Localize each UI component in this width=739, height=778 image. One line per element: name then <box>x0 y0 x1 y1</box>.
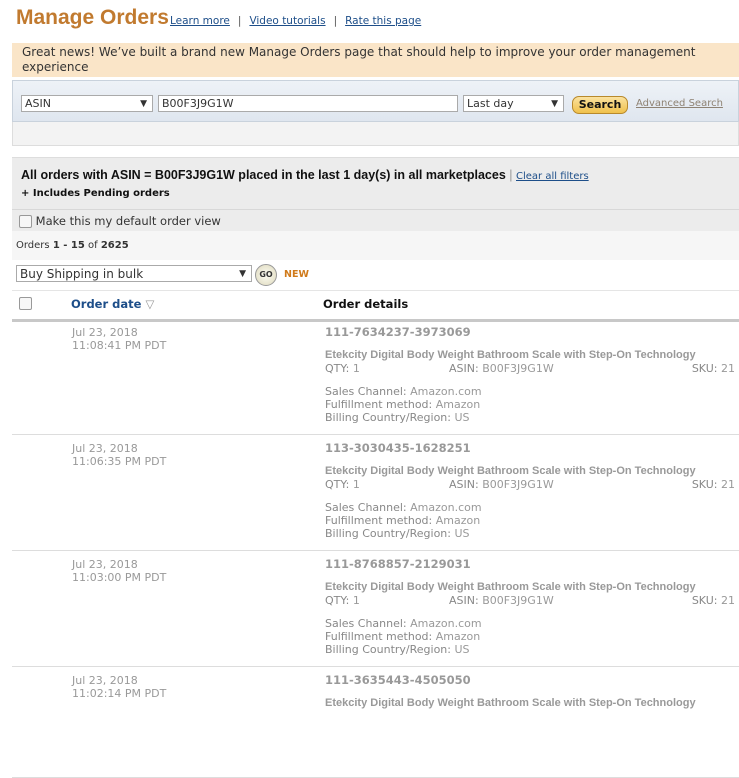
filter-heading: All orders with ASIN = B00F3J9G1W placed… <box>21 168 589 182</box>
billing-country: Billing Country/Region: US <box>325 527 470 540</box>
clear-filters-link[interactable]: Clear all filters <box>516 171 589 182</box>
pending-note: + Includes Pending orders <box>21 188 170 199</box>
order-id-link[interactable]: 113-3030435-1628251 <box>325 442 735 455</box>
order-id-link[interactable]: 111-8768857-2129031 <box>325 558 735 571</box>
video-tutorials-link[interactable]: Video tutorials <box>249 15 325 27</box>
count-total: 2625 <box>100 240 129 251</box>
order-date-time: 11:03:00 PM PDT <box>72 571 167 584</box>
bulk-action-value: Buy Shipping in bulk <box>20 267 144 281</box>
page-title: Manage Orders <box>16 6 169 29</box>
default-view-row: Make this my default order view <box>12 209 739 232</box>
billing-country: Billing Country/Region: US <box>325 643 470 656</box>
item-line: QTY: 1 ASIN: B00F3J9G1W SKU: 21 <box>325 362 735 375</box>
search-field-select[interactable]: ASIN ▼ <box>21 95 153 112</box>
date-range-select[interactable]: Last day ▼ <box>463 95 564 112</box>
fulfillment-method: Fulfillment method: Amazon <box>325 630 481 643</box>
advanced-search-link[interactable]: Advanced Search <box>636 98 723 109</box>
bulk-action-select[interactable]: Buy Shipping in bulk ▼ <box>16 265 252 282</box>
sales-channel: Sales Channel: Amazon.com <box>325 617 482 630</box>
product-title[interactable]: Etekcity Digital Body Weight Bathroom Sc… <box>325 349 735 362</box>
fulfillment-method: Fulfillment method: Amazon <box>325 514 481 527</box>
order-row: Jul 23, 2018 11:03:00 PM PDT 111-8768857-… <box>12 551 739 667</box>
search-button[interactable]: Search <box>572 96 628 114</box>
search-field-value: ASIN <box>25 97 51 110</box>
order-details-header: Order details <box>323 297 409 311</box>
order-date-day: Jul 23, 2018 <box>72 558 138 571</box>
order-date-sort[interactable]: Order date ▽ <box>71 297 154 311</box>
asin: ASIN: B00F3J9G1W <box>449 478 554 491</box>
order-date-time: 11:02:14 PM PDT <box>72 687 167 700</box>
order-count: Orders 1 - 15 of 2625 <box>16 240 129 251</box>
order-id-link[interactable]: 111-7634237-3973069 <box>325 326 735 339</box>
order-details: 111-8768857-2129031 Etekcity Digital Bod… <box>325 551 735 666</box>
dropdown-arrow-icon: ▼ <box>140 99 147 109</box>
order-date-day: Jul 23, 2018 <box>72 442 138 455</box>
filter-heading-text: All orders with ASIN = B00F3J9G1W placed… <box>21 168 506 182</box>
order-row: Jul 23, 2018 11:02:14 PM PDT 111-3635443-… <box>12 667 739 778</box>
order-details: 113-3030435-1628251 Etekcity Digital Bod… <box>325 435 735 550</box>
order-date: Jul 23, 2018 11:02:14 PM PDT <box>72 674 166 700</box>
order-row: Jul 23, 2018 11:06:35 PM PDT 113-3030435-… <box>12 435 739 551</box>
order-date-time: 11:08:41 PM PDT <box>72 339 167 352</box>
fulfillment-method: Fulfillment method: Amazon <box>325 398 481 411</box>
count-of: of <box>88 240 98 251</box>
announcement-banner: Great news! We’ve built a brand new Mana… <box>12 43 739 77</box>
qty: QTY: 1 <box>325 478 360 491</box>
order-details: 111-3635443-4505050 Etekcity Digital Bod… <box>325 667 735 720</box>
order-id-link[interactable]: 111-3635443-4505050 <box>325 674 735 687</box>
count-prefix: Orders <box>16 240 50 251</box>
date-range-value: Last day <box>467 97 514 110</box>
order-row: Jul 23, 2018 11:08:41 PM PDT 111-7634237-… <box>12 319 739 435</box>
go-button[interactable]: GO <box>255 264 277 286</box>
default-view-checkbox[interactable] <box>19 215 32 228</box>
dropdown-arrow-icon: ▼ <box>239 269 246 279</box>
order-date-time: 11:06:35 PM PDT <box>72 455 167 468</box>
asin: ASIN: B00F3J9G1W <box>449 594 554 607</box>
product-title[interactable]: Etekcity Digital Body Weight Bathroom Sc… <box>325 581 735 594</box>
count-range: 1 - 15 <box>52 240 85 251</box>
qty: QTY: 1 <box>325 362 360 375</box>
sku: SKU: 21 <box>691 594 735 607</box>
order-date-day: Jul 23, 2018 <box>72 674 138 687</box>
asin: ASIN: B00F3J9G1W <box>449 362 554 375</box>
item-line: QTY: 1 ASIN: B00F3J9G1W SKU: 21 <box>325 478 735 491</box>
sales-channel: Sales Channel: Amazon.com <box>325 385 482 398</box>
billing-country: Billing Country/Region: US <box>325 411 470 424</box>
learn-more-link[interactable]: Learn more <box>170 15 230 27</box>
new-badge: NEW <box>284 269 309 280</box>
orders-list: Jul 23, 2018 11:08:41 PM PDT 111-7634237-… <box>12 319 739 778</box>
sort-triangle-icon: ▽ <box>145 297 155 311</box>
sales-channel: Sales Channel: Amazon.com <box>325 501 482 514</box>
product-title[interactable]: Etekcity Digital Body Weight Bathroom Sc… <box>325 697 735 710</box>
search-input[interactable]: B00F3J9G1W <box>158 95 458 112</box>
top-links: Learn more | Video tutorials | Rate this pag… <box>170 15 422 27</box>
table-header: Order date ▽ Order details <box>12 290 739 322</box>
sku: SKU: 21 <box>691 478 735 491</box>
order-date: Jul 23, 2018 11:03:00 PM PDT <box>72 558 166 584</box>
rate-page-link[interactable]: Rate this page <box>345 15 421 27</box>
sku: SKU: 21 <box>691 362 735 375</box>
order-date-day: Jul 23, 2018 <box>72 326 138 339</box>
order-date: Jul 23, 2018 11:08:41 PM PDT <box>72 326 166 352</box>
search-panel-footer <box>12 122 739 146</box>
qty: QTY: 1 <box>325 594 360 607</box>
item-line: QTY: 1 ASIN: B00F3J9G1W SKU: 21 <box>325 594 735 607</box>
product-title[interactable]: Etekcity Digital Body Weight Bathroom Sc… <box>325 465 735 478</box>
order-date: Jul 23, 2018 11:06:35 PM PDT <box>72 442 166 468</box>
filter-summary: All orders with ASIN = B00F3J9G1W placed… <box>12 157 739 210</box>
order-details: 111-7634237-3973069 Etekcity Digital Bod… <box>325 319 735 434</box>
order-date-label: Order date <box>71 297 142 311</box>
dropdown-arrow-icon: ▼ <box>551 99 558 109</box>
select-all-checkbox[interactable] <box>19 297 32 310</box>
default-view-label: Make this my default order view <box>35 214 221 228</box>
